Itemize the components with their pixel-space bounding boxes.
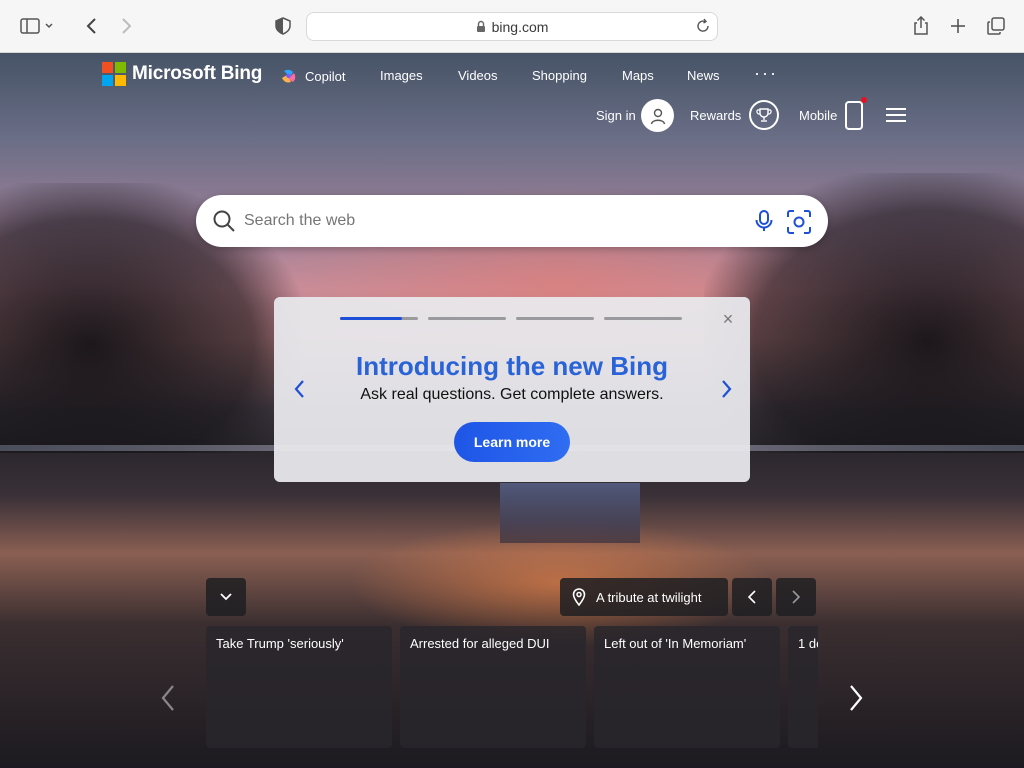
progress-step-1[interactable] (340, 317, 418, 320)
news-next-arrow-icon[interactable] (844, 683, 868, 713)
news-carousel: Take Trump 'seriously' Arrested for alle… (206, 626, 818, 748)
background-memorial-reflection (500, 483, 640, 543)
chevron-left-icon (747, 590, 756, 604)
image-info-button[interactable]: A tribute at twilight (560, 578, 728, 616)
nav-copilot[interactable]: Copilot (281, 68, 345, 84)
search-icon (213, 210, 235, 232)
mobile-phone-icon[interactable] (845, 97, 867, 130)
shield-icon (275, 17, 291, 35)
lock-icon (476, 20, 485, 32)
plus-icon (951, 19, 965, 33)
progress-step-4[interactable] (604, 317, 682, 320)
more-menu-button[interactable]: ··· (754, 63, 778, 84)
trophy-icon (756, 108, 772, 122)
promo-title: Introducing the new Bing (356, 351, 668, 381)
news-card[interactable]: Take Trump 'seriously' (206, 626, 392, 748)
close-icon[interactable]: × (720, 310, 736, 328)
promo-subtitle: Ask real questions. Get complete answers… (360, 386, 664, 403)
avatar[interactable] (641, 99, 674, 132)
search-box (196, 195, 828, 247)
nav-images[interactable]: Images (380, 68, 423, 83)
chevron-down-icon (220, 593, 232, 601)
new-bing-promo-card: × Introducing the new Bing Ask real ques… (274, 297, 750, 482)
reload-icon[interactable] (695, 18, 711, 34)
forward-button[interactable] (112, 12, 140, 40)
tabs-icon (987, 17, 1005, 35)
share-button[interactable] (907, 12, 935, 40)
microsoft-logo-icon (102, 62, 126, 86)
nav-shopping[interactable]: Shopping (532, 68, 587, 83)
nav-videos[interactable]: Videos (458, 68, 498, 83)
brand-name: Microsoft Bing (132, 63, 263, 84)
news-card[interactable]: Left out of 'In Memoriam' (594, 626, 780, 748)
url-text: bing.com (491, 18, 549, 35)
copilot-icon (282, 69, 296, 83)
previous-image-button[interactable] (732, 578, 772, 616)
address-bar[interactable]: bing.com (306, 12, 718, 41)
rewards-button[interactable] (749, 100, 779, 130)
progress-step-3[interactable] (516, 317, 594, 320)
image-caption: A tribute at twilight (596, 589, 702, 605)
notification-dot (861, 97, 867, 103)
location-pin-icon (572, 588, 586, 606)
sidebar-toggle-button[interactable] (16, 12, 60, 40)
sidebar-icon (20, 18, 53, 34)
news-card[interactable]: 1 de (788, 626, 818, 748)
search-input[interactable] (244, 207, 734, 235)
sign-in-link[interactable]: Sign in (596, 108, 636, 123)
user-icon (650, 108, 665, 124)
mobile-link[interactable]: Mobile (799, 108, 837, 123)
privacy-report-button[interactable] (269, 12, 297, 40)
microphone-icon[interactable] (752, 209, 776, 233)
nav-news[interactable]: News (687, 68, 720, 83)
progress-step-2[interactable] (428, 317, 506, 320)
next-image-button[interactable] (776, 578, 816, 616)
bing-logo[interactable]: Microsoft Bing (102, 62, 262, 86)
share-icon (914, 16, 928, 35)
nav-label: Copilot (305, 68, 346, 84)
rewards-link[interactable]: Rewards (690, 108, 741, 123)
news-prev-arrow-icon[interactable] (156, 683, 180, 713)
chevron-right-icon (122, 18, 132, 34)
learn-more-button[interactable]: Learn more (454, 422, 570, 462)
tab-overview-button[interactable] (982, 12, 1010, 40)
chevron-right-icon (792, 590, 801, 604)
back-button[interactable] (78, 12, 106, 40)
chevron-left-icon (86, 18, 96, 34)
new-tab-button[interactable] (944, 12, 972, 40)
carousel-progress (340, 317, 682, 320)
collapse-feed-button[interactable] (206, 578, 246, 616)
news-card[interactable]: Arrested for alleged DUI (400, 626, 586, 748)
hamburger-menu-button[interactable] (886, 108, 906, 124)
visual-search-icon[interactable] (786, 209, 812, 235)
nav-maps[interactable]: Maps (622, 68, 654, 83)
bing-homepage: Microsoft Bing Copilot Images Videos Sho… (0, 53, 1024, 768)
browser-toolbar: bing.com (0, 0, 1024, 53)
